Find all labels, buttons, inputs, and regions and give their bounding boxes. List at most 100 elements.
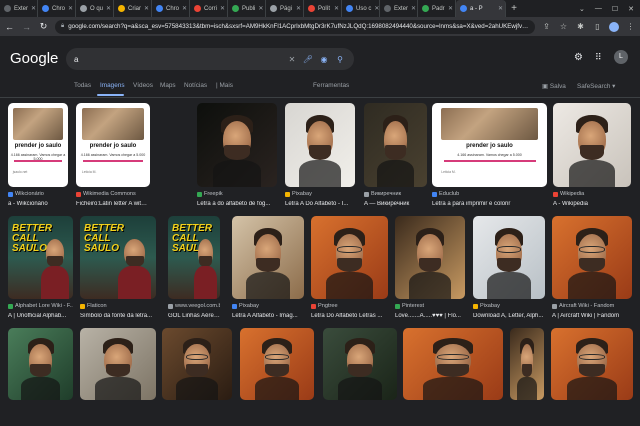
browser-tab[interactable]: Chro ✕ xyxy=(152,0,190,17)
side-panel-icon[interactable]: ▯ xyxy=(592,22,603,31)
result-source[interactable]: Alphabet Lore Wiki - F... xyxy=(8,303,73,309)
result-title[interactable]: Letra Do Alfabeto Letras ... xyxy=(311,313,388,319)
tab-close-icon[interactable]: ✕ xyxy=(498,5,505,12)
result-thumbnail[interactable] xyxy=(403,328,503,400)
result-thumbnail[interactable] xyxy=(510,328,544,400)
result-title[interactable]: A - Wikipedia xyxy=(553,201,631,207)
result-title[interactable]: Love.......A.....♥♥♥ | Flo... xyxy=(395,313,465,319)
result-thumbnail[interactable]: BETTER CALL SAULO xyxy=(8,216,73,299)
mic-icon[interactable]: 🎤︎ xyxy=(302,55,314,64)
tab-images[interactable]: Imagens xyxy=(100,82,125,89)
tab-close-icon[interactable]: ✕ xyxy=(182,5,189,12)
result-source[interactable]: Educlub xyxy=(432,191,547,197)
tab-search-icon[interactable]: ⌄ xyxy=(579,5,585,13)
result-thumbnail[interactable]: BETTER CALL SAULO xyxy=(168,216,220,299)
image-result[interactable]: Freepik Letra a do alfabeto de fog... xyxy=(197,103,277,213)
image-result[interactable] xyxy=(551,328,633,426)
result-thumbnail[interactable] xyxy=(395,216,465,299)
browser-tab[interactable]: Criar ✕ xyxy=(114,0,152,17)
result-source[interactable]: Wikipedia xyxy=(553,191,631,197)
result-title[interactable]: Download A, Letter, Alph... xyxy=(473,313,545,319)
result-source[interactable]: Викиречник xyxy=(364,191,427,197)
safesearch-button[interactable]: SafeSearch ▾ xyxy=(577,82,615,90)
browser-tab[interactable]: Uso c ✕ xyxy=(342,0,380,17)
image-result[interactable] xyxy=(80,328,156,426)
image-result[interactable] xyxy=(8,328,73,426)
tab-close-icon[interactable]: ✕ xyxy=(31,5,37,12)
image-result[interactable] xyxy=(240,328,314,426)
search-box[interactable]: a ✕ 🎤︎ ◉ ⚲ xyxy=(66,48,354,70)
browser-tab[interactable]: Padr ✕ xyxy=(418,0,456,17)
result-source[interactable]: Pinterest xyxy=(395,303,465,309)
result-title[interactable]: GOL Linhas Aéreas ... xyxy=(168,313,220,319)
browser-tab[interactable]: O qu ✕ xyxy=(76,0,114,17)
result-source[interactable]: Wikcionário xyxy=(8,191,68,197)
clear-icon[interactable]: ✕ xyxy=(286,55,298,64)
tab-close-icon[interactable]: ✕ xyxy=(144,5,151,12)
result-thumbnail[interactable]: prender jo saulo 4.166 assinaram. Vamos c… xyxy=(76,103,150,187)
image-result[interactable]: Wikipedia A - Wikipedia xyxy=(553,103,631,213)
lock-icon[interactable]: 🔒︎ xyxy=(61,23,64,30)
image-result[interactable]: Pngtree Letra Do Alfabeto Letras ... xyxy=(311,216,388,325)
result-source[interactable]: Pixabay xyxy=(473,303,545,309)
tab-close-icon[interactable]: ✕ xyxy=(106,5,113,12)
forward-icon[interactable]: → xyxy=(21,22,32,32)
tab-all[interactable]: Todas xyxy=(74,82,91,89)
tab-more[interactable]: | Mais xyxy=(216,82,233,89)
tools-button[interactable]: Ferramentas xyxy=(313,82,349,89)
browser-tab[interactable]: Polít ✕ xyxy=(304,0,342,17)
result-thumbnail[interactable] xyxy=(551,328,633,400)
saved-button[interactable]: ▣ Salva xyxy=(542,82,566,90)
image-result[interactable]: Pixabay Download A, Letter, Alph... xyxy=(473,216,545,325)
image-result[interactable]: prender jo saulo 4.166 assinaram. Vamos c… xyxy=(8,103,68,213)
search-icon[interactable]: ⚲ xyxy=(334,55,346,64)
result-title[interactable]: a - Wikcionário xyxy=(8,201,68,207)
image-result[interactable]: BETTER CALL SAULO Flaticon Símbolo da font… xyxy=(80,216,156,325)
result-source[interactable]: Freepik xyxy=(197,191,277,197)
result-title[interactable]: A | Unofficial Alphab... xyxy=(8,313,73,319)
apps-grid-icon[interactable]: ⠿ xyxy=(595,52,602,63)
result-thumbnail[interactable] xyxy=(162,328,232,400)
image-result[interactable] xyxy=(162,328,232,426)
tab-close-icon[interactable]: ✕ xyxy=(296,5,303,12)
result-thumbnail[interactable]: BETTER CALL SAULO xyxy=(80,216,156,299)
image-result[interactable]: Aircraft Wiki - Fandom A | Aircraft Wiki … xyxy=(552,216,632,325)
settings-gear-icon[interactable]: ⚙ xyxy=(574,52,583,63)
google-logo[interactable]: Google xyxy=(10,50,58,67)
result-source[interactable]: Pixabay xyxy=(232,303,304,309)
tab-close-icon[interactable]: ✕ xyxy=(334,5,341,12)
result-source[interactable]: Pngtree xyxy=(311,303,388,309)
result-source[interactable]: Flaticon xyxy=(80,303,156,309)
tab-news[interactable]: Notícias xyxy=(184,82,207,89)
image-result[interactable] xyxy=(510,328,544,426)
browser-tab[interactable]: Chro ✕ xyxy=(38,0,76,17)
image-result[interactable] xyxy=(403,328,503,426)
image-result[interactable]: BETTER CALL SAULO Alphabet Lore Wiki - F.… xyxy=(8,216,73,325)
back-icon[interactable]: ← xyxy=(4,22,15,32)
result-thumbnail[interactable]: prender jo saulo 4.166 assinaram. Vamos c… xyxy=(8,103,68,187)
maximize-icon[interactable]: ☐ xyxy=(612,5,618,13)
search-input[interactable]: a xyxy=(74,55,282,64)
result-thumbnail[interactable] xyxy=(240,328,314,400)
result-thumbnail[interactable] xyxy=(80,328,156,400)
result-thumbnail[interactable] xyxy=(553,103,631,187)
menu-icon[interactable]: ⋮ xyxy=(625,22,636,31)
result-thumbnail[interactable] xyxy=(323,328,397,400)
minimize-icon[interactable]: — xyxy=(595,5,602,12)
bookmark-star-icon[interactable]: ☆ xyxy=(558,22,569,31)
result-thumbnail[interactable] xyxy=(364,103,427,187)
browser-tab[interactable]: Publi ✕ xyxy=(228,0,266,17)
result-thumbnail[interactable] xyxy=(311,216,388,299)
result-title[interactable]: A — Викиречник xyxy=(364,201,427,207)
result-title[interactable]: Símbolo da fonte da letra... xyxy=(80,313,156,319)
image-result[interactable]: Pixabay Letra A Alfabeto - Imag... xyxy=(232,216,304,325)
result-title[interactable]: Letra a do alfabeto de fog... xyxy=(197,201,277,207)
result-source[interactable]: www.veegol.com.br xyxy=(168,303,220,309)
profile-icon[interactable] xyxy=(609,21,619,32)
result-source[interactable]: Pixabay xyxy=(285,191,355,197)
result-source[interactable]: Aircraft Wiki - Fandom xyxy=(552,303,632,309)
image-result[interactable]: prender jo saulo 4.166 assinaram. Vamos c… xyxy=(76,103,150,213)
result-title[interactable]: Letra A Do Alfabeto - I... xyxy=(285,201,355,207)
result-thumbnail[interactable]: prender jo saulo 4.166 assinaram. Vamos c… xyxy=(432,103,547,187)
image-result[interactable]: prender jo saulo 4.166 assinaram. Vamos c… xyxy=(432,103,547,213)
